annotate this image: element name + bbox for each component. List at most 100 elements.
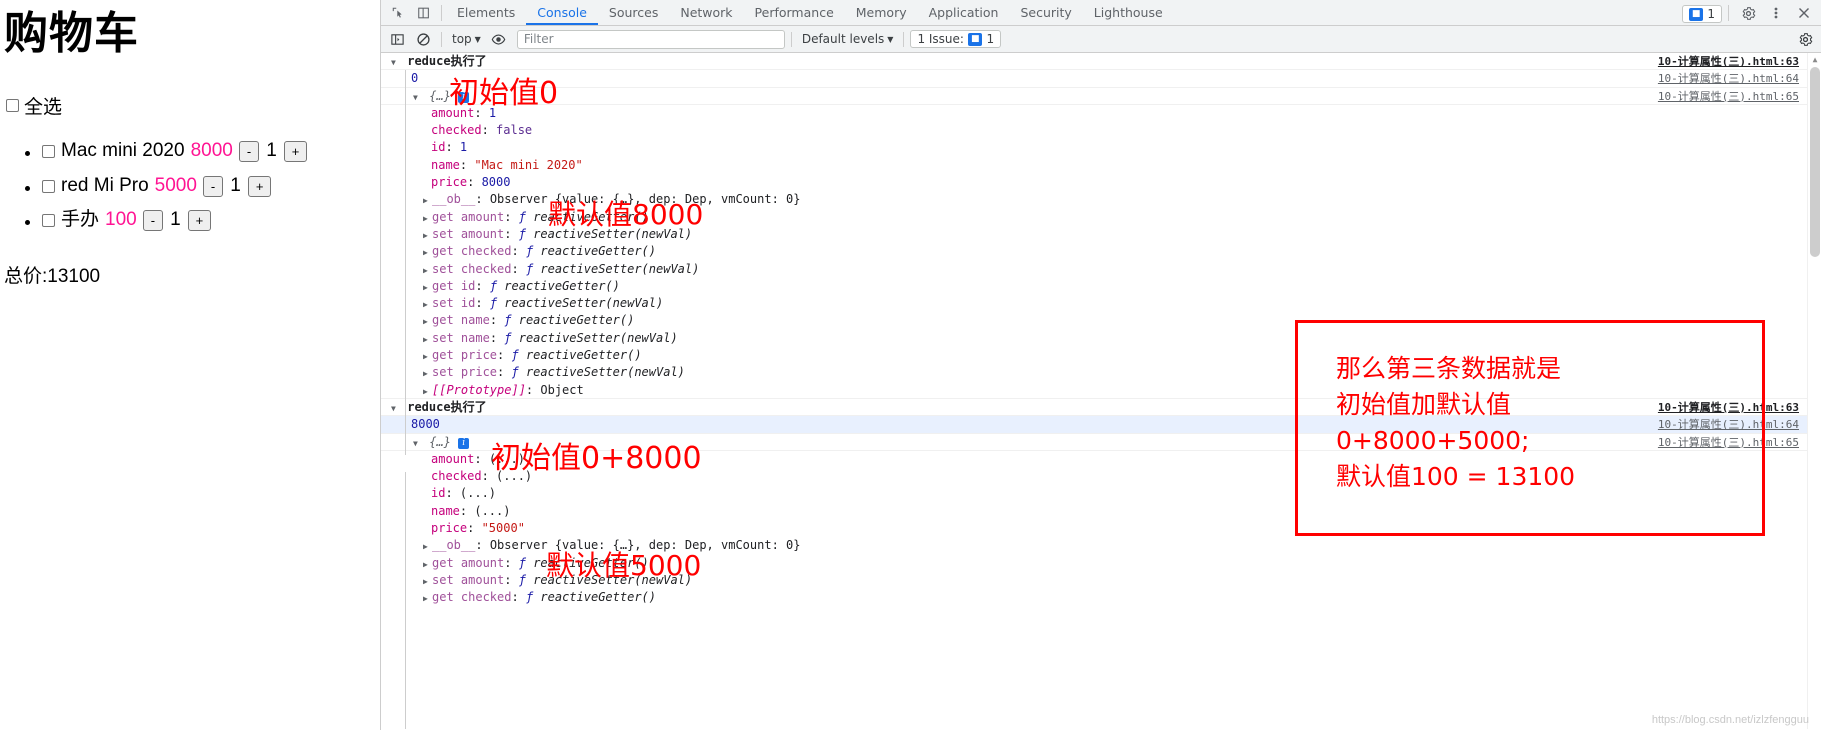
chevron-right-icon[interactable] xyxy=(423,573,432,590)
object-brace: {…} xyxy=(429,434,451,449)
issues-badge-icon: ■ xyxy=(967,32,983,46)
source-link[interactable]: 10-计算属性(三).html:63 xyxy=(1658,53,1799,70)
accessor-row[interactable]: get id: ƒ reactiveGetter() xyxy=(381,278,1821,295)
console-object-line[interactable]: {…} i 10-计算属性(三).html:65 xyxy=(381,88,1821,105)
chevron-right-icon[interactable] xyxy=(423,262,432,279)
accessor-row[interactable]: set amount: ƒ reactiveSetter(newVal) xyxy=(381,572,1821,589)
inspect-element-icon[interactable] xyxy=(385,1,411,25)
console-settings-gear-icon[interactable] xyxy=(1793,28,1817,50)
scroll-up-arrow-icon[interactable]: ▲ xyxy=(1808,53,1821,67)
chevron-down-icon[interactable] xyxy=(413,435,422,452)
decrement-button[interactable]: - xyxy=(202,175,224,197)
item-checkbox[interactable] xyxy=(42,214,55,228)
issues-counter-button[interactable]: ■ 1 xyxy=(1681,5,1722,23)
source-link[interactable]: 10-计算属性(三).html:65 xyxy=(1658,88,1799,105)
chevron-right-icon[interactable] xyxy=(423,348,432,365)
chevron-right-icon[interactable] xyxy=(423,244,432,261)
console-group-header[interactable]: reduce执行了 10-计算属性(三).html:63 xyxy=(381,399,1821,417)
info-icon[interactable]: i xyxy=(458,437,470,449)
chevron-right-icon[interactable] xyxy=(423,192,432,209)
tab-performance[interactable]: Performance xyxy=(744,0,845,25)
console-sidebar-icon[interactable] xyxy=(385,28,409,50)
accessor-label: get checked xyxy=(432,244,512,259)
chevron-right-icon[interactable] xyxy=(423,296,432,313)
item-price: 8000 xyxy=(190,140,233,162)
chevron-right-icon[interactable] xyxy=(423,365,432,382)
accessor-row[interactable]: get amount: ƒ reactiveGetter() xyxy=(381,209,1821,226)
tab-memory[interactable]: Memory xyxy=(845,0,918,25)
clear-console-icon[interactable] xyxy=(411,28,435,50)
kebab-menu-icon[interactable] xyxy=(1763,1,1789,25)
accessor-row[interactable]: get price: ƒ reactiveGetter() xyxy=(381,347,1821,364)
issues-badge-icon: ■ xyxy=(1688,7,1704,21)
info-icon[interactable]: i xyxy=(458,91,470,103)
accessor-row[interactable]: get amount: ƒ reactiveGetter() xyxy=(381,555,1821,572)
accessor-row[interactable]: get checked: ƒ reactiveGetter() xyxy=(381,243,1821,260)
close-icon[interactable] xyxy=(1791,1,1817,25)
console-object-line[interactable]: {…} i 10-计算属性(三).html:65 xyxy=(381,434,1821,451)
item-checkbox[interactable] xyxy=(42,179,55,193)
tab-network[interactable]: Network xyxy=(669,0,743,25)
accessor-fn: reactiveSetter(newVal) xyxy=(518,330,678,345)
source-link[interactable]: 10-计算属性(三).html:64 xyxy=(1658,416,1799,433)
observer-property-row[interactable]: __ob__: Observer {value: {…}, dep: Dep, … xyxy=(381,191,1821,208)
console-output[interactable]: reduce执行了 10-计算属性(三).html:63 0 10-计算属性(三… xyxy=(381,53,1821,729)
prototype-row[interactable]: [[Prototype]]: Object xyxy=(381,382,1821,399)
decrement-button[interactable]: - xyxy=(238,141,260,163)
source-link[interactable]: 10-计算属性(三).html:65 xyxy=(1658,434,1799,451)
accessor-row[interactable]: set name: ƒ reactiveSetter(newVal) xyxy=(381,330,1821,347)
decrement-button[interactable]: - xyxy=(142,210,164,232)
console-scrollbar[interactable]: ▲ xyxy=(1807,53,1821,729)
chevron-right-icon[interactable] xyxy=(423,279,432,296)
console-filter-input[interactable] xyxy=(516,29,785,49)
chevron-right-icon[interactable] xyxy=(423,313,432,330)
chevron-down-icon[interactable] xyxy=(391,400,400,417)
chevron-right-icon[interactable] xyxy=(423,331,432,348)
chevron-right-icon[interactable] xyxy=(423,383,432,400)
accessor-row[interactable]: set price: ƒ reactiveSetter(newVal) xyxy=(381,364,1821,381)
property-value: 1 xyxy=(488,105,497,120)
increment-button[interactable]: + xyxy=(283,141,308,163)
gear-icon[interactable] xyxy=(1735,1,1761,25)
select-all-checkbox[interactable] xyxy=(6,99,19,113)
console-group-header[interactable]: reduce执行了 10-计算属性(三).html:63 xyxy=(381,53,1821,71)
execution-context-selector[interactable]: top ▼ xyxy=(448,32,485,46)
accessor-row[interactable]: set id: ƒ reactiveSetter(newVal) xyxy=(381,295,1821,312)
console-value-line[interactable]: 0 10-计算属性(三).html:64 xyxy=(381,70,1821,88)
device-toolbar-icon[interactable] xyxy=(411,1,437,25)
property-key: id xyxy=(431,486,446,501)
indent-guide xyxy=(405,70,406,455)
accessor-row[interactable]: set amount: ƒ reactiveSetter(newVal) xyxy=(381,226,1821,243)
chevron-right-icon[interactable] xyxy=(423,590,432,607)
chevron-right-icon[interactable] xyxy=(423,227,432,244)
list-item: red Mi Pro 5000 - 1 + xyxy=(42,172,380,201)
select-all-row[interactable]: 全选 xyxy=(0,92,380,119)
accessor-row[interactable]: get checked: ƒ reactiveGetter() xyxy=(381,589,1821,606)
scrollbar-thumb[interactable] xyxy=(1810,67,1820,257)
source-link[interactable]: 10-计算属性(三).html:63 xyxy=(1658,399,1799,416)
chevron-down-icon[interactable] xyxy=(391,54,400,71)
accessor-row[interactable]: set checked: ƒ reactiveSetter(newVal) xyxy=(381,261,1821,278)
observer-property-row[interactable]: __ob__: Observer {value: {…}, dep: Dep, … xyxy=(381,537,1821,554)
tab-application[interactable]: Application xyxy=(918,0,1010,25)
tab-console[interactable]: Console xyxy=(526,0,598,25)
chevron-right-icon[interactable] xyxy=(423,210,432,227)
item-checkbox[interactable] xyxy=(42,145,55,159)
chevron-right-icon[interactable] xyxy=(423,556,432,573)
console-value-line[interactable]: 8000 10-计算属性(三).html:64 xyxy=(381,416,1821,434)
increment-button[interactable]: + xyxy=(187,210,212,232)
chevron-right-icon[interactable] xyxy=(423,538,432,555)
log-levels-selector[interactable]: Default levels ▼ xyxy=(798,32,898,46)
issues-toolbar-button[interactable]: 1 Issue: ■ 1 xyxy=(910,30,1002,48)
issues-label: 1 Issue: xyxy=(917,32,964,46)
accessor-fn: reactiveGetter() xyxy=(533,209,649,224)
chevron-down-icon[interactable] xyxy=(413,89,422,106)
tab-security[interactable]: Security xyxy=(1009,0,1082,25)
increment-button[interactable]: + xyxy=(247,175,272,197)
tab-lighthouse[interactable]: Lighthouse xyxy=(1083,0,1174,25)
tab-elements[interactable]: Elements xyxy=(446,0,526,25)
accessor-row[interactable]: get name: ƒ reactiveGetter() xyxy=(381,312,1821,329)
source-link[interactable]: 10-计算属性(三).html:64 xyxy=(1658,70,1799,87)
tab-sources[interactable]: Sources xyxy=(598,0,669,25)
live-expression-icon[interactable] xyxy=(487,28,511,50)
